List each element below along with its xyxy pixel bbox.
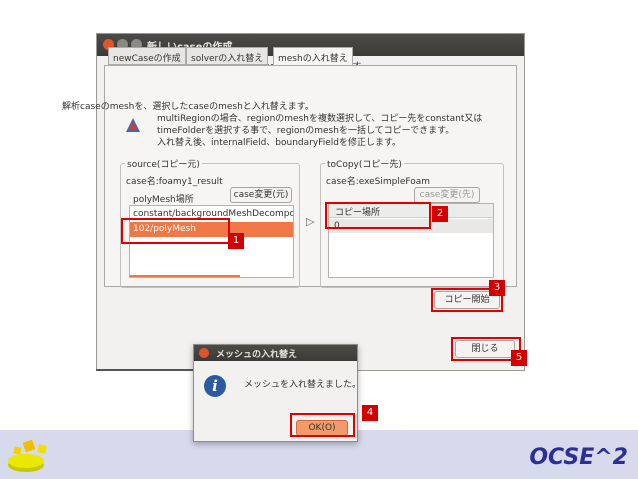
- annotation-box-2: [325, 202, 431, 229]
- annotation-box-4: [290, 413, 355, 437]
- annotation-number-2: 2: [432, 206, 448, 222]
- tab-solver[interactable]: solverの入れ替え: [186, 47, 269, 65]
- target-group-label: toCopy(コピー先): [325, 157, 404, 170]
- dialog-title: メッシュの入れ替え: [216, 350, 298, 360]
- tab-mesh-label: meshの入れ替え: [278, 54, 348, 64]
- target-case-name: case名:exeSimpleFoam: [326, 177, 431, 187]
- description-line-4: 入れ替え後、internalField、boundaryFieldを修正します。: [157, 138, 402, 148]
- openfoam-logo-icon: [125, 117, 141, 133]
- source-case-change-button[interactable]: case変更(元): [230, 187, 292, 203]
- annotation-number-3: 3: [489, 280, 505, 296]
- source-location-label: polyMesh場所: [133, 195, 194, 205]
- annotation-number-5: 5: [511, 350, 527, 366]
- cube-logo-icon: [4, 435, 56, 475]
- annotation-box-1: [121, 218, 230, 244]
- copy-arrow-icon: ▷: [306, 215, 315, 228]
- info-icon: i: [204, 375, 226, 397]
- source-case-name: case名:foamy1_result: [126, 177, 223, 187]
- source-group-label: source(コピー元): [125, 157, 202, 170]
- tab-solver-label: solverの入れ替え: [191, 54, 264, 64]
- annotation-number-4: 4: [362, 405, 378, 421]
- list-scrollbar[interactable]: [130, 275, 240, 277]
- annotation-number-1: 1: [228, 233, 244, 249]
- ocse-logo: OCSE^2: [529, 445, 628, 470]
- tab-newcase-label: newCaseの作成: [113, 54, 181, 64]
- target-case-change-button[interactable]: case変更(先): [414, 187, 480, 203]
- window-bottom-edge: [96, 369, 194, 371]
- tab-mesh[interactable]: meshの入れ替え: [273, 47, 353, 66]
- dialog-close-icon[interactable]: [199, 348, 209, 358]
- tab-newcase[interactable]: newCaseの作成: [108, 47, 186, 65]
- dialog-message: メッシュを入れ替えました。: [244, 380, 362, 390]
- dialog-titlebar[interactable]: メッシュの入れ替え: [194, 345, 357, 361]
